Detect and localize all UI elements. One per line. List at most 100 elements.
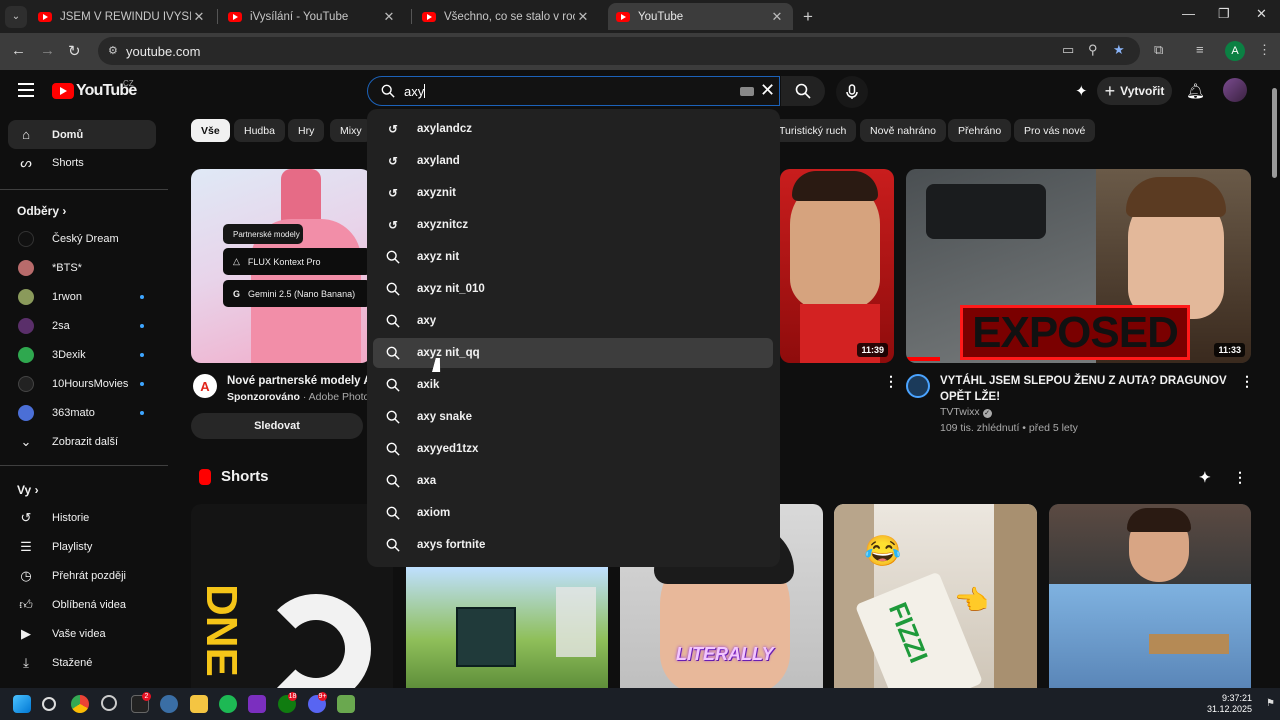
sidebar-item-your-videos[interactable]: ▶ Vaše videa [8,619,156,648]
short-thumbnail[interactable] [406,567,608,688]
search-suggestion[interactable]: ↺ axyznitcz [373,210,773,240]
close-tab-icon[interactable]: ✕ [769,9,785,25]
short-thumbnail[interactable] [1049,504,1251,688]
close-tab-icon[interactable]: ✕ [191,9,207,25]
close-tab-icon[interactable]: ✕ [575,9,591,25]
sidebar-channel[interactable]: 363mato [8,398,156,427]
search-suggestion[interactable]: axik [373,370,773,400]
search-button[interactable] [781,76,825,106]
forward-icon[interactable]: → [40,42,55,59]
search-suggestion[interactable]: axyz nit [373,242,773,272]
windows-start-icon[interactable] [13,695,31,713]
search-suggestion[interactable]: ↺ axylandcz [373,114,773,144]
sidebar-item-watch-later[interactable]: ◷ Přehrát později [8,561,156,590]
you-heading[interactable]: Vy › [17,483,39,497]
search-taskbar-icon[interactable] [42,697,56,711]
voice-search-button[interactable] [836,76,868,108]
media-control-icon[interactable]: ≡ [1196,42,1204,57]
spotify-icon[interactable] [219,695,237,713]
sidebar-channel[interactable]: 10HoursMovies [8,369,156,398]
back-icon[interactable]: ← [11,42,26,59]
notifications-bell-icon[interactable]: 🔔︎ [1186,82,1205,100]
ad-watch-button[interactable]: Sledovat [191,413,363,439]
search-suggestion[interactable]: axiom [373,498,773,528]
search-suggestion[interactable]: axy [373,306,773,336]
chip-recently-uploaded[interactable]: Nově nahráno [860,119,946,142]
short-thumbnail[interactable]: 😂 FIZZI 👈 [834,504,1037,688]
app-taskbar-icon[interactable] [248,695,266,713]
extensions-icon[interactable]: ⧉ [1154,42,1163,58]
chrome-taskbar-icon[interactable] [71,695,89,713]
sidebar-item-downloads[interactable]: ⤓ Stažené [8,648,156,677]
install-app-icon[interactable]: ▭ [1062,42,1074,58]
address-bar[interactable]: ⚙ youtube.com [98,37,1140,65]
channel-avatar[interactable] [906,374,930,398]
browser-tab[interactable]: JSEM V REWINDU IVYSÍLÁNÍ!!! - ✕ [30,3,215,30]
shorts-options-icon[interactable]: ⋮ [1233,469,1247,486]
site-info-icon[interactable]: ⚙ [108,44,118,57]
ai-sparkle-icon[interactable]: ✦ [1199,469,1211,486]
show-more-button[interactable]: ⌄ Zobrazit další [8,427,156,456]
chip-watched[interactable]: Přehráno [948,119,1012,142]
browser-menu-icon[interactable]: ⋮ [1258,42,1271,58]
tab-search-button[interactable]: ⌄ [5,5,27,28]
chip-new-to-you[interactable]: Pro vás nové [1014,119,1096,142]
search-input[interactable]: axy ✕ [367,76,780,106]
search-suggestion[interactable]: axyyed1tzx [373,434,773,464]
minecraft-icon[interactable] [337,695,355,713]
chip-games[interactable]: Hry [288,119,325,142]
sidebar-item-history[interactable]: ↺ Historie [8,503,156,532]
search-suggestion[interactable]: axy snake [373,402,773,432]
sidebar-item-shorts[interactable]: ᔕ Shorts [8,148,156,177]
create-button[interactable]: + Vytvořit [1097,77,1172,105]
video-options-icon[interactable]: ⋮ [1240,373,1254,390]
sidebar-channel[interactable]: *BTS* [8,253,156,282]
sidebar-channel[interactable]: 2sa [8,311,156,340]
minimize-icon[interactable]: — [1182,6,1195,21]
account-avatar[interactable] [1223,78,1247,102]
browser-tab[interactable]: Všechno, co se stalo v roce 2025 ✕ [414,3,599,30]
new-tab-icon[interactable]: + [803,7,813,27]
search-suggestion[interactable]: ↺ axyland [373,146,773,176]
sidebar-channel[interactable]: 1rwon [8,282,156,311]
clear-search-icon[interactable]: ✕ [760,80,775,101]
ad-title[interactable]: Nové partnerské modely AI p [227,373,367,389]
settings-taskbar-icon[interactable] [160,695,178,713]
chip-mixes[interactable]: Mixy [330,119,372,142]
channel-name[interactable]: TVTwixx ✓ [940,405,992,420]
profile-avatar[interactable]: A [1225,41,1245,61]
sidebar-item-home[interactable]: ⌂ Domů [8,120,156,149]
subscriptions-heading[interactable]: Odběry › [17,204,66,218]
bookmark-star-icon[interactable]: ★ [1113,42,1125,58]
sidebar-channel[interactable]: 3Dexik [8,340,156,369]
zoom-icon[interactable]: ⚲ [1088,42,1098,58]
chip-travel[interactable]: Turistický ruch [769,119,857,142]
video-thumbnail[interactable]: 11:39 [780,169,894,363]
search-suggestion[interactable]: axa [373,466,773,496]
video-options-icon[interactable]: ⋮ [884,373,898,390]
search-suggestion-hovered[interactable]: axyz nit_qq [373,338,773,368]
chip-all[interactable]: Vše [191,119,230,142]
scrollbar-thumb[interactable] [1272,88,1277,178]
ad-thumbnail[interactable]: Partnerské modely △ FLUX Kontext Pro G Gem… [191,169,371,363]
ai-sparkle-icon[interactable]: ✦ [1075,82,1088,100]
keyboard-icon[interactable] [740,87,754,96]
sidebar-item-playlists[interactable]: ☰ Playlisty [8,532,156,561]
window-close-icon[interactable]: ✕ [1256,6,1267,22]
restore-icon[interactable]: ❐ [1218,6,1230,22]
taskbar-clock[interactable]: 9:37:21 31.12.2025 [1200,693,1252,715]
page-scrollbar[interactable] [1268,70,1280,688]
sidebar-item-liked[interactable]: 👍︎ Oblíbená videa [8,590,156,619]
clock-app-icon[interactable] [101,695,117,711]
search-suggestion[interactable]: ↺ axyznit [373,178,773,208]
notification-center-icon[interactable]: ⚑ [1266,698,1275,709]
browser-tab[interactable]: iVysílání - YouTube ✕ [220,3,405,30]
reload-icon[interactable]: ↻ [68,42,81,60]
menu-icon[interactable] [18,83,34,97]
file-explorer-icon[interactable] [190,695,208,713]
search-suggestion[interactable]: axyz nit_010 [373,274,773,304]
sidebar-channel[interactable]: Český Dream [8,224,156,253]
browser-tab-active[interactable]: YouTube ✕ [608,3,793,30]
chip-music[interactable]: Hudba [234,119,285,142]
search-suggestion[interactable]: axys fortnite [373,530,773,560]
